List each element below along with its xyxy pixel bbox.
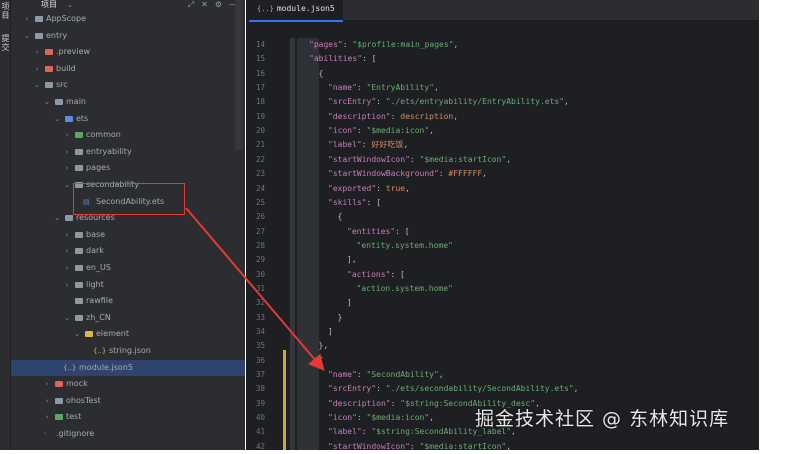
watermark: 掘金技术社区 @ 东林知识库	[475, 408, 730, 430]
annotation-arrow	[185, 207, 325, 372]
